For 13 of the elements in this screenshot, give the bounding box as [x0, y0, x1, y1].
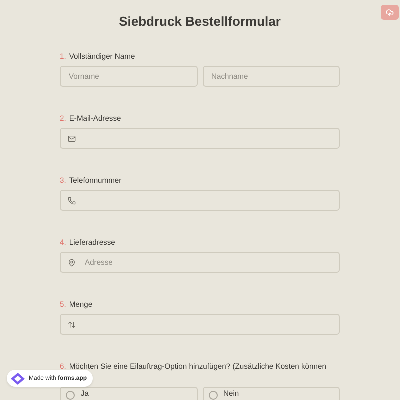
logo-icon	[11, 372, 25, 384]
radio-icon[interactable]	[66, 390, 75, 400]
mail-icon	[68, 134, 76, 142]
form-title: Siebdruck Bestellformular	[119, 14, 281, 30]
map-pin-icon	[68, 258, 76, 266]
input-field[interactable]	[60, 314, 340, 335]
cloud-upload-icon	[386, 8, 394, 16]
input-field[interactable]	[60, 190, 340, 211]
up-down-arrows-icon	[68, 320, 76, 328]
radio-icon[interactable]	[208, 390, 218, 400]
input-field[interactable]	[60, 128, 340, 149]
phone-icon	[68, 196, 76, 204]
cloud-upload-button[interactable]	[381, 5, 399, 20]
